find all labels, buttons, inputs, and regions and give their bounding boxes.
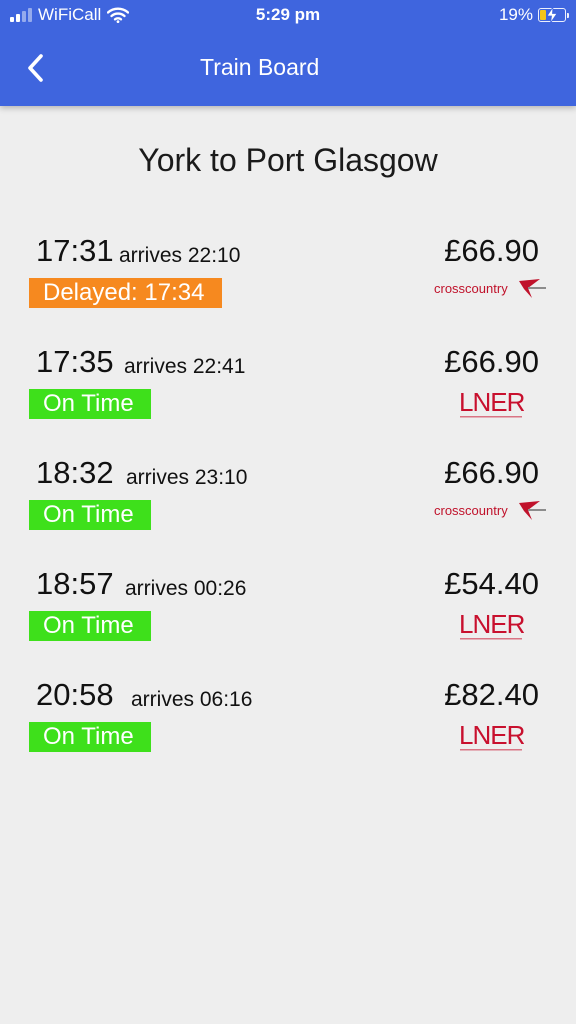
status-right: 19% <box>498 5 569 25</box>
page-title: Train Board <box>200 54 320 80</box>
arrival-time: arrives 06:16 <box>131 688 253 711</box>
departure-time: 18:32 <box>36 455 114 490</box>
train-row[interactable]: 18:57 arrives 00:26 On Time £54.40 LNER <box>0 561 576 672</box>
fare-price: £82.40 <box>444 677 539 712</box>
status-badge: On Time <box>29 611 151 641</box>
fare-price: £66.90 <box>444 344 539 379</box>
lner-logo: LNER <box>459 387 524 418</box>
chevron-left-icon <box>28 54 43 82</box>
train-row[interactable]: 17:35 arrives 22:41 On Time £66.90 LNER <box>0 339 576 450</box>
lner-logo: LNER <box>459 609 524 640</box>
departure-time: 17:35 <box>36 344 114 379</box>
battery-percent: 19% <box>498 5 533 24</box>
arrival-time: arrives 23:10 <box>126 466 248 489</box>
lner-logo: LNER <box>459 720 524 751</box>
train-row[interactable]: 18:32 arrives 23:10 On Time £66.90 cross… <box>0 450 576 561</box>
fare-price: £54.40 <box>444 566 539 601</box>
fare-price: £66.90 <box>444 455 539 490</box>
app-header: WiFiCall 5:29 pm 19% Train Board <box>0 0 576 106</box>
crosscountry-logo: crosscountry <box>434 501 546 520</box>
status-bar: WiFiCall 5:29 pm 19% <box>0 0 576 32</box>
battery-icon <box>538 7 569 23</box>
departure-time: 20:58 <box>36 677 114 712</box>
route-title: York to Port Glasgow <box>138 142 438 178</box>
status-badge: On Time <box>29 722 151 752</box>
status-badge: Delayed: 17:34 <box>29 278 222 308</box>
charging-bolt-icon <box>547 7 557 23</box>
departure-time: 17:31 <box>36 233 114 268</box>
crosscountry-logo: crosscountry <box>434 279 546 298</box>
train-row[interactable]: 17:31 arrives 22:10 Delayed: 17:34 £66.9… <box>0 228 576 339</box>
train-row[interactable]: 20:58 arrives 06:16 On Time £82.40 LNER <box>0 672 576 783</box>
operator-name: LNER <box>459 609 524 639</box>
operator-name: LNER <box>459 387 524 417</box>
status-badge: On Time <box>29 389 151 419</box>
operator-name: LNER <box>459 720 524 750</box>
status-badge: On Time <box>29 500 151 530</box>
arrival-time: arrives 22:41 <box>124 355 246 378</box>
operator-name: crosscountry <box>434 281 508 296</box>
arrival-time: arrives 22:10 <box>119 244 241 267</box>
fare-price: £66.90 <box>444 233 539 268</box>
nav-bar: Train Board <box>0 40 576 96</box>
departure-time: 18:57 <box>36 566 114 601</box>
status-time: 5:29 pm <box>255 5 321 24</box>
train-list: 17:31 arrives 22:10 Delayed: 17:34 £66.9… <box>0 228 576 783</box>
operator-name: crosscountry <box>434 503 508 518</box>
back-button[interactable] <box>18 50 52 86</box>
arrival-time: arrives 00:26 <box>125 577 247 600</box>
